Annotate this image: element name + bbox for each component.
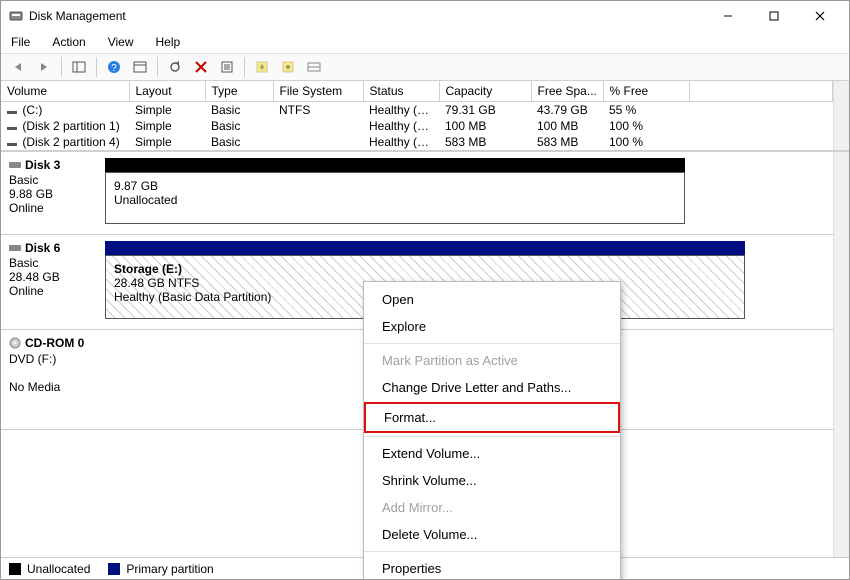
- ctx-add-mirror: Add Mirror...: [364, 494, 620, 521]
- minimize-button[interactable]: [705, 1, 751, 31]
- legend-unallocated-swatch: [9, 563, 21, 575]
- cdrom-label[interactable]: CD-ROM 0 DVD (F:) No Media: [1, 330, 101, 429]
- volume-scrollbar[interactable]: [833, 81, 849, 150]
- col-pct[interactable]: % Free: [603, 81, 689, 102]
- back-button[interactable]: [7, 56, 29, 78]
- drive-icon: ▬: [7, 138, 17, 149]
- window-title: Disk Management: [29, 9, 126, 23]
- disk-management-window: Disk Management File Action View Help ?: [0, 0, 850, 580]
- ctx-format[interactable]: Format...: [366, 404, 618, 431]
- ctx-explore[interactable]: Explore: [364, 313, 620, 340]
- ctx-extend-volume[interactable]: Extend Volume...: [364, 440, 620, 467]
- menubar: File Action View Help: [1, 31, 849, 53]
- disk6-primary-cap: [105, 241, 745, 255]
- disk3-unallocated-cap: [105, 158, 685, 172]
- col-layout[interactable]: Layout: [129, 81, 205, 102]
- volume-list: Volume Layout Type File System Status Ca…: [1, 81, 849, 152]
- action2-button[interactable]: [277, 56, 299, 78]
- refresh-button[interactable]: [164, 56, 186, 78]
- drive-icon: ▬: [7, 122, 17, 133]
- properties-button[interactable]: [216, 56, 238, 78]
- table-row[interactable]: ▬ (Disk 2 partition 4)SimpleBasicHealthy…: [1, 134, 833, 150]
- menu-action[interactable]: Action: [48, 33, 89, 51]
- table-row[interactable]: ▬ (Disk 2 partition 1)SimpleBasicHealthy…: [1, 118, 833, 134]
- titlebar: Disk Management: [1, 1, 849, 31]
- disk-icon: [9, 243, 21, 253]
- menu-view[interactable]: View: [104, 33, 138, 51]
- action3-button[interactable]: [303, 56, 325, 78]
- action1-button[interactable]: [251, 56, 273, 78]
- col-type[interactable]: Type: [205, 81, 273, 102]
- disk6-label[interactable]: Disk 6 Basic 28.48 GB Online: [1, 235, 101, 329]
- show-hide-button[interactable]: [68, 56, 90, 78]
- ctx-mark-active: Mark Partition as Active: [364, 347, 620, 374]
- col-fs[interactable]: File System: [273, 81, 363, 102]
- menu-file[interactable]: File: [7, 33, 34, 51]
- ctx-open[interactable]: Open: [364, 286, 620, 313]
- menu-help[interactable]: Help: [152, 33, 185, 51]
- col-free[interactable]: Free Spa...: [531, 81, 603, 102]
- disk3-label[interactable]: Disk 3 Basic 9.88 GB Online: [1, 152, 101, 234]
- graphical-scrollbar[interactable]: [833, 152, 849, 557]
- disk-row-disk3: Disk 3 Basic 9.88 GB Online 9.87 GB Unal…: [1, 152, 833, 235]
- maximize-button[interactable]: [751, 1, 797, 31]
- table-row[interactable]: ▬ (C:)SimpleBasicNTFSHealthy (B...79.31 …: [1, 102, 833, 119]
- svg-text:?: ?: [111, 63, 117, 74]
- legend-primary-swatch: [108, 563, 120, 575]
- help-button[interactable]: ?: [103, 56, 125, 78]
- app-icon: [9, 9, 23, 23]
- forward-button[interactable]: [33, 56, 55, 78]
- context-menu: Open Explore Mark Partition as Active Ch…: [363, 281, 621, 580]
- col-status[interactable]: Status: [363, 81, 439, 102]
- disk-icon: [9, 160, 21, 170]
- col-volume[interactable]: Volume: [1, 81, 129, 102]
- column-headers[interactable]: Volume Layout Type File System Status Ca…: [1, 81, 833, 102]
- drive-icon: ▬: [7, 106, 17, 117]
- ctx-shrink-volume[interactable]: Shrink Volume...: [364, 467, 620, 494]
- optical-icon: [9, 337, 21, 349]
- ctx-properties[interactable]: Properties: [364, 555, 620, 580]
- close-button[interactable]: [797, 1, 843, 31]
- col-capacity[interactable]: Capacity: [439, 81, 531, 102]
- ctx-change-drive-letter[interactable]: Change Drive Letter and Paths...: [364, 374, 620, 401]
- delete-button[interactable]: [190, 56, 212, 78]
- settings-button[interactable]: [129, 56, 151, 78]
- ctx-delete-volume[interactable]: Delete Volume...: [364, 521, 620, 548]
- disk3-partition[interactable]: 9.87 GB Unallocated: [105, 172, 685, 224]
- toolbar: ?: [1, 53, 849, 81]
